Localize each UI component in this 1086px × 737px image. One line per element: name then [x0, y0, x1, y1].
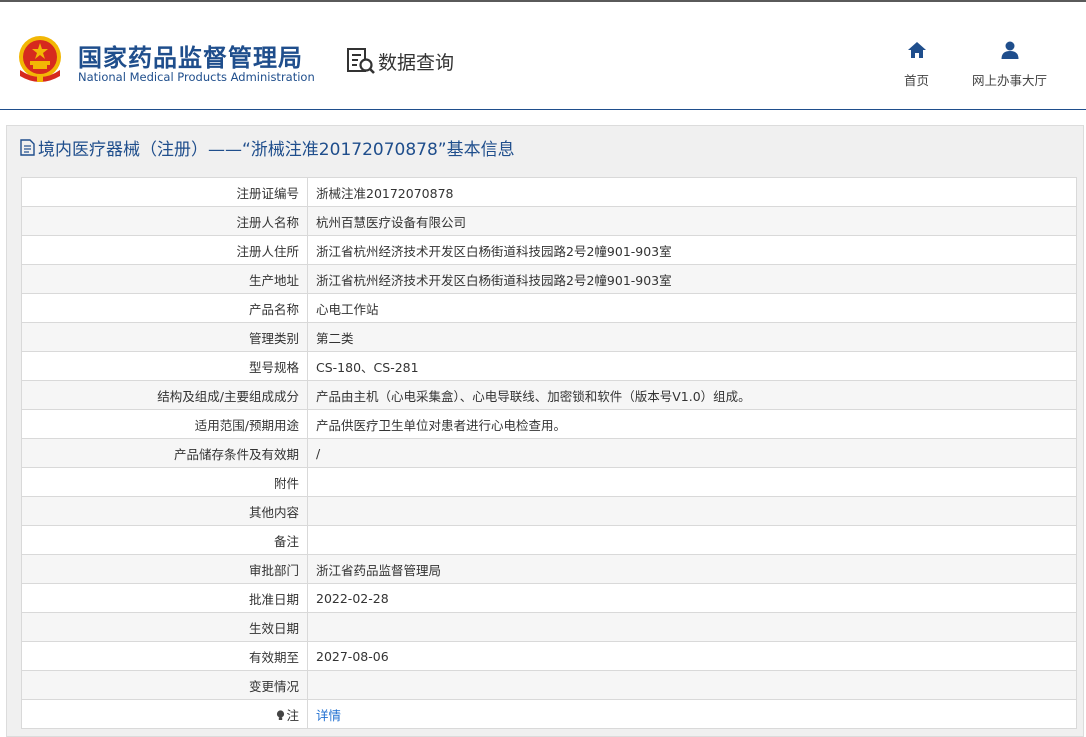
table-row: 变更情况 — [21, 670, 1077, 700]
table-row-note: 注 详情 — [21, 699, 1077, 729]
data-query-label: 数据查询 — [378, 51, 455, 74]
details-link[interactable]: 详情 — [316, 708, 341, 723]
table-row: 生产地址 浙江省杭州经济技术开发区白杨街道科技园路2号2幢901-903室 — [21, 264, 1077, 294]
field-label-note: 注 — [21, 699, 308, 729]
field-value-note: 详情 — [307, 699, 1077, 729]
nav-home-label: 首页 — [904, 73, 930, 88]
table-row: 批准日期 2022-02-28 — [21, 583, 1077, 613]
table-row: 其他内容 — [21, 496, 1077, 526]
nav-online-service-hall-label: 网上办事大厅 — [972, 73, 1048, 88]
field-label: 附件 — [21, 467, 308, 497]
field-value — [307, 525, 1077, 555]
field-label: 注册人住所 — [21, 235, 308, 265]
field-label: 注册人名称 — [21, 206, 308, 236]
org-name-en: National Medical Products Administration — [78, 70, 315, 84]
field-value: 杭州百慧医疗设备有限公司 — [307, 206, 1077, 236]
field-label: 其他内容 — [21, 496, 308, 526]
field-value — [307, 496, 1077, 526]
table-row: 注册人住所 浙江省杭州经济技术开发区白杨街道科技园路2号2幢901-903室 — [21, 235, 1077, 265]
field-value — [307, 670, 1077, 700]
lightbulb-icon — [277, 709, 285, 720]
table-row: 有效期至 2027-08-06 — [21, 641, 1077, 671]
org-name-cn: 国家药品监督管理局 — [78, 44, 303, 72]
user-icon — [1001, 41, 1018, 59]
nav-online-service-hall[interactable]: 网上办事大厅 — [972, 40, 1047, 89]
field-value: 浙江省药品监督管理局 — [307, 554, 1077, 584]
field-label: 生效日期 — [21, 612, 308, 642]
table-row: 型号规格 CS-180、CS-281 — [21, 351, 1077, 381]
note-label: 注 — [286, 707, 299, 723]
table-row: 附件 — [21, 467, 1077, 497]
field-value: 产品由主机（心电采集盒）、心电导联线、加密锁和软件（版本号V1.0）组成。 — [307, 380, 1077, 410]
field-label: 变更情况 — [21, 670, 308, 700]
national-emblem-logo — [19, 36, 61, 82]
table-row: 结构及组成/主要组成成分 产品由主机（心电采集盒）、心电导联线、加密锁和软件（版本… — [21, 380, 1077, 410]
table-row: 审批部门 浙江省药品监督管理局 — [21, 554, 1077, 584]
document-icon — [20, 138, 35, 156]
field-label: 产品名称 — [21, 293, 308, 323]
field-value — [307, 612, 1077, 642]
panel-title-text: 境内医疗器械（注册）——“浙械注准20172070878”基本信息 — [38, 139, 515, 160]
field-value: 浙江省杭州经济技术开发区白杨街道科技园路2号2幢901-903室 — [307, 235, 1077, 265]
field-value: / — [307, 438, 1077, 468]
field-value: 产品供医疗卫生单位对患者进行心电检查用。 — [307, 409, 1077, 439]
table-row: 适用范围/预期用途 产品供医疗卫生单位对患者进行心电检查用。 — [21, 409, 1077, 439]
table-row: 产品名称 心电工作站 — [21, 293, 1077, 323]
field-value: 2027-08-06 — [307, 641, 1077, 671]
field-label: 审批部门 — [21, 554, 308, 584]
site-header: 国家药品监督管理局 National Medical Products Admi… — [0, 2, 1086, 110]
field-value: CS-180、CS-281 — [307, 351, 1077, 381]
field-label: 产品储存条件及有效期 — [21, 438, 308, 468]
field-value: 2022-02-28 — [307, 583, 1077, 613]
field-label: 生产地址 — [21, 264, 308, 294]
field-label: 管理类别 — [21, 322, 308, 352]
field-label: 批准日期 — [21, 583, 308, 613]
document-search-icon — [347, 48, 375, 74]
table-row: 生效日期 — [21, 612, 1077, 642]
field-label: 注册证编号 — [21, 177, 308, 207]
home-icon — [907, 42, 926, 58]
table-row: 产品储存条件及有效期 / — [21, 438, 1077, 468]
registration-info-table: 注册证编号 浙械注准20172070878 注册人名称 杭州百慧医疗设备有限公司 注册人… — [21, 177, 1077, 729]
table-row: 注册人名称 杭州百慧医疗设备有限公司 — [21, 206, 1077, 236]
table-row: 注册证编号 浙械注准20172070878 — [21, 177, 1077, 207]
field-label: 有效期至 — [21, 641, 308, 671]
data-query-title: 数据查询 — [346, 46, 454, 76]
field-label: 适用范围/预期用途 — [21, 409, 308, 439]
field-label: 备注 — [21, 525, 308, 555]
table-row: 管理类别 第二类 — [21, 322, 1077, 352]
field-label: 型号规格 — [21, 351, 308, 381]
field-value: 心电工作站 — [307, 293, 1077, 323]
table-row: 备注 — [21, 525, 1077, 555]
field-label: 结构及组成/主要组成成分 — [21, 380, 308, 410]
field-value: 第二类 — [307, 322, 1077, 352]
field-value — [307, 467, 1077, 497]
nav-home[interactable]: 首页 — [904, 40, 929, 89]
panel-title: 境内医疗器械（注册）——“浙械注准20172070878”基本信息 — [7, 126, 1083, 168]
field-value: 浙械注准20172070878 — [307, 177, 1077, 207]
field-value: 浙江省杭州经济技术开发区白杨街道科技园路2号2幢901-903室 — [307, 264, 1077, 294]
basic-info-panel: 境内医疗器械（注册）——“浙械注准20172070878”基本信息 注册证编号浙… — [6, 125, 1084, 737]
